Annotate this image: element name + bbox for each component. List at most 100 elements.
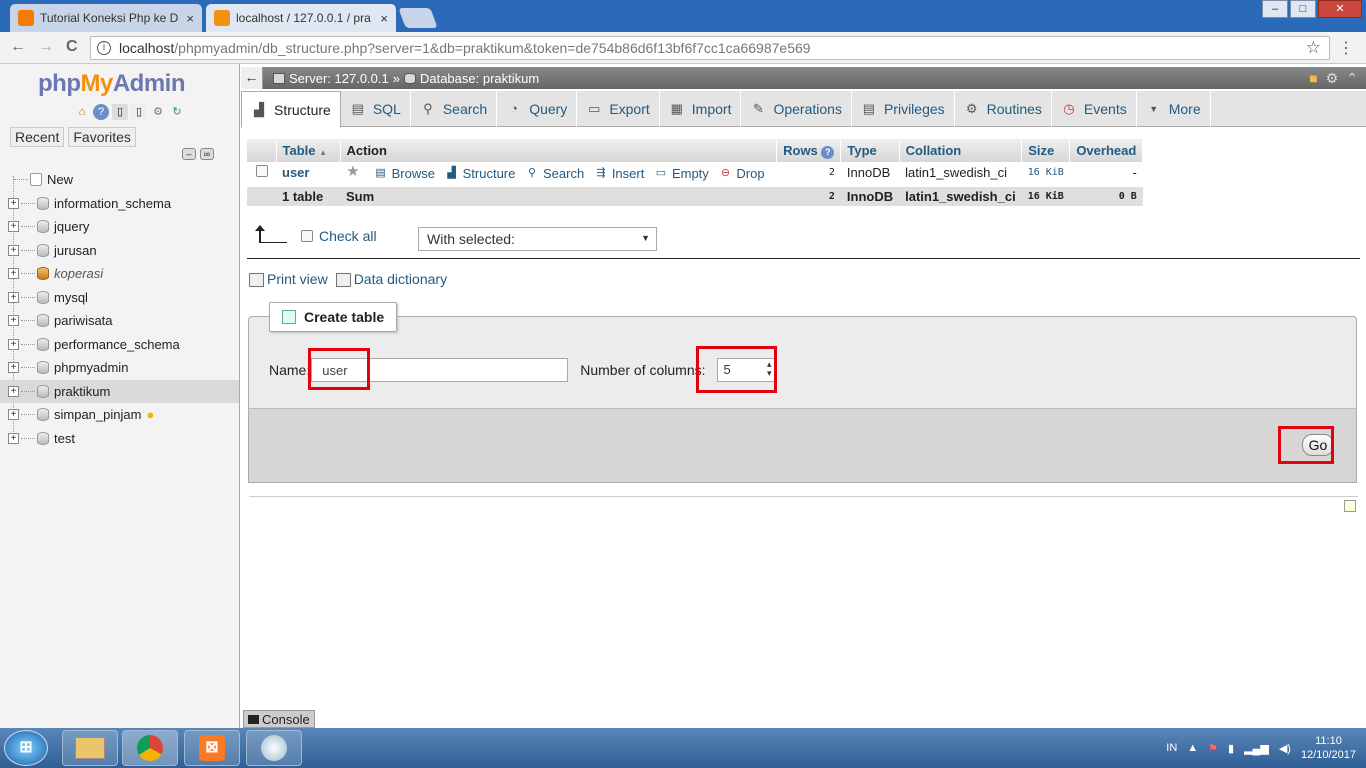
recent-button[interactable]: Recent	[10, 127, 65, 147]
tree-item-praktikum[interactable]: + praktikum	[0, 379, 239, 403]
tree-item-performance-schema[interactable]: + performance_schema	[0, 333, 239, 357]
column-header-rows[interactable]: Rows ?	[776, 139, 842, 162]
tree-item-simpan-pinjam[interactable]: + simpan_pinjam ●	[0, 403, 239, 427]
help-icon[interactable]: ?	[821, 145, 835, 159]
expand-icon[interactable]: +	[8, 362, 19, 374]
reload-icon[interactable]: C	[66, 38, 78, 56]
home-icon[interactable]: ⌂	[74, 104, 90, 120]
collapse-all-icon[interactable]: –	[182, 148, 196, 160]
tree-item-mysql[interactable]: + mysql	[0, 286, 239, 310]
tree-item-jquery[interactable]: + jquery	[0, 215, 239, 239]
back-arrow-icon[interactable]: ←	[10, 38, 26, 56]
breadcrumb-database[interactable]: Database: praktikum	[420, 71, 539, 86]
tab-close-icon[interactable]: ×	[380, 11, 388, 26]
tree-item-test[interactable]: + test	[0, 427, 239, 451]
tree-item-information-schema[interactable]: + information_schema	[0, 192, 239, 216]
tab-export[interactable]: ▭ Export	[577, 91, 660, 127]
battery-icon[interactable]: ▮	[1228, 742, 1234, 755]
address-bar[interactable]: i localhost/phpmyadmin/db_structure.php?…	[90, 36, 1330, 60]
breadcrumb-server[interactable]: Server: 127.0.0.1	[289, 71, 389, 86]
show-hidden-icons-icon[interactable]: ▲	[1187, 742, 1198, 754]
tab-query[interactable]: ◔ Query	[497, 91, 578, 127]
clock[interactable]: 11:10 12/10/2017	[1301, 734, 1356, 762]
tab-routines[interactable]: ⚙ Routines	[955, 91, 1052, 127]
tab-import[interactable]: ▦ Import	[660, 91, 742, 127]
tab-structure[interactable]: ▟ Structure	[241, 91, 341, 128]
browser-menu-icon[interactable]: ⋮	[1338, 38, 1354, 58]
expand-icon[interactable]: +	[8, 315, 19, 327]
new-tab-button[interactable]	[398, 8, 438, 28]
language-indicator[interactable]: IN	[1166, 742, 1177, 754]
browser-tab-tutorial[interactable]: Tutorial Koneksi Php ke D ×	[10, 4, 202, 32]
chrome-taskbar-icon[interactable]	[122, 730, 178, 766]
console-toggle[interactable]: Console	[243, 710, 315, 728]
network-flag-icon[interactable]: ⚑	[1208, 742, 1218, 755]
drop-action[interactable]: ⊖ Drop	[718, 166, 765, 181]
with-selected-dropdown[interactable]: With selected:	[418, 227, 657, 251]
sql-docs-icon[interactable]: ▯	[131, 104, 147, 120]
minimize-button[interactable]: –	[1262, 0, 1288, 18]
site-info-icon[interactable]: i	[97, 41, 111, 55]
settings-gear-icon[interactable]: ⚙	[150, 104, 166, 120]
expand-icon[interactable]: +	[8, 338, 19, 350]
note-icon[interactable]	[1344, 500, 1356, 512]
expand-icon[interactable]: +	[8, 291, 19, 303]
link-with-main-icon[interactable]: ∞	[200, 148, 214, 160]
docs-icon[interactable]: ▯	[112, 104, 128, 120]
expand-icon[interactable]: +	[8, 432, 19, 444]
search-action[interactable]: ⚲ Search	[525, 166, 584, 181]
expand-icon[interactable]: +	[8, 268, 19, 280]
forward-arrow-icon[interactable]: →	[38, 38, 54, 56]
tree-item-phpmyadmin[interactable]: + phpmyadmin	[0, 356, 239, 380]
volume-icon[interactable]: ◀)	[1279, 742, 1291, 755]
signal-icon[interactable]: ▂▄▆	[1244, 742, 1269, 755]
paint-taskbar-icon[interactable]	[246, 730, 302, 766]
expand-icon[interactable]: +	[8, 385, 19, 397]
row-checkbox[interactable]	[255, 165, 268, 177]
column-header-size[interactable]: Size	[1021, 139, 1071, 162]
favorites-button[interactable]: Favorites	[68, 127, 136, 147]
structure-action[interactable]: ▟ Structure	[445, 166, 515, 181]
collapse-up-icon[interactable]: ⌃	[1346, 70, 1358, 87]
expand-icon[interactable]: +	[8, 221, 19, 233]
browser-tab-phpmyadmin[interactable]: localhost / 127.0.0.1 / pra ×	[206, 4, 396, 32]
maximize-button[interactable]: □	[1290, 0, 1316, 18]
insert-action[interactable]: ⇶ Insert	[594, 166, 644, 181]
column-header-collation[interactable]: Collation	[899, 139, 1023, 162]
size-value[interactable]: 16 KiB	[1021, 162, 1070, 185]
expand-icon[interactable]: +	[8, 409, 19, 421]
check-all-label[interactable]: Check all	[319, 228, 377, 244]
tab-events[interactable]: ◷ Events	[1052, 91, 1137, 127]
xampp-taskbar-icon[interactable]: ⊠	[184, 730, 240, 766]
tree-item-new[interactable]: New	[0, 168, 239, 192]
settings-gear-icon[interactable]: ⚙	[1326, 70, 1339, 87]
column-header-type[interactable]: Type	[840, 139, 900, 162]
favorite-star-icon[interactable]: ★	[346, 164, 364, 179]
tree-item-koperasi[interactable]: + koperasi	[0, 262, 239, 286]
tree-item-jurusan[interactable]: + jurusan	[0, 239, 239, 263]
help-icon[interactable]: ?	[93, 104, 109, 120]
column-header-table[interactable]: Table ▲	[276, 139, 341, 162]
close-window-button[interactable]: ✕	[1318, 0, 1362, 18]
phpmyadmin-logo[interactable]: phpMyAdmin	[38, 70, 186, 98]
tab-more[interactable]: ▼ More	[1137, 91, 1211, 127]
bookmark-star-icon[interactable]: ☆	[1306, 38, 1321, 58]
tab-search[interactable]: ⚲ Search	[411, 91, 498, 127]
data-dictionary-link[interactable]: Data dictionary	[335, 271, 447, 288]
tab-operations[interactable]: ✎ Operations	[741, 91, 852, 127]
empty-action[interactable]: ▭ Empty	[654, 166, 709, 181]
tab-privileges[interactable]: ▤ Privileges	[852, 91, 955, 127]
start-button[interactable]: ⊞	[4, 730, 48, 766]
tree-item-pariwisata[interactable]: + pariwisata	[0, 309, 239, 333]
column-header-overhead[interactable]: Overhead	[1069, 139, 1144, 162]
print-view-link[interactable]: Print view	[249, 271, 328, 288]
explorer-taskbar-icon[interactable]	[62, 730, 118, 766]
lock-icon[interactable]: ■	[1309, 70, 1317, 87]
check-all-checkbox[interactable]	[301, 230, 313, 242]
reload-nav-icon[interactable]: ↻	[169, 104, 185, 120]
tab-close-icon[interactable]: ×	[186, 11, 194, 26]
expand-icon[interactable]: +	[8, 244, 19, 256]
browse-action[interactable]: ▤ Browse	[374, 166, 435, 181]
table-name-link[interactable]: user	[282, 165, 309, 180]
expand-icon[interactable]: +	[8, 197, 19, 209]
